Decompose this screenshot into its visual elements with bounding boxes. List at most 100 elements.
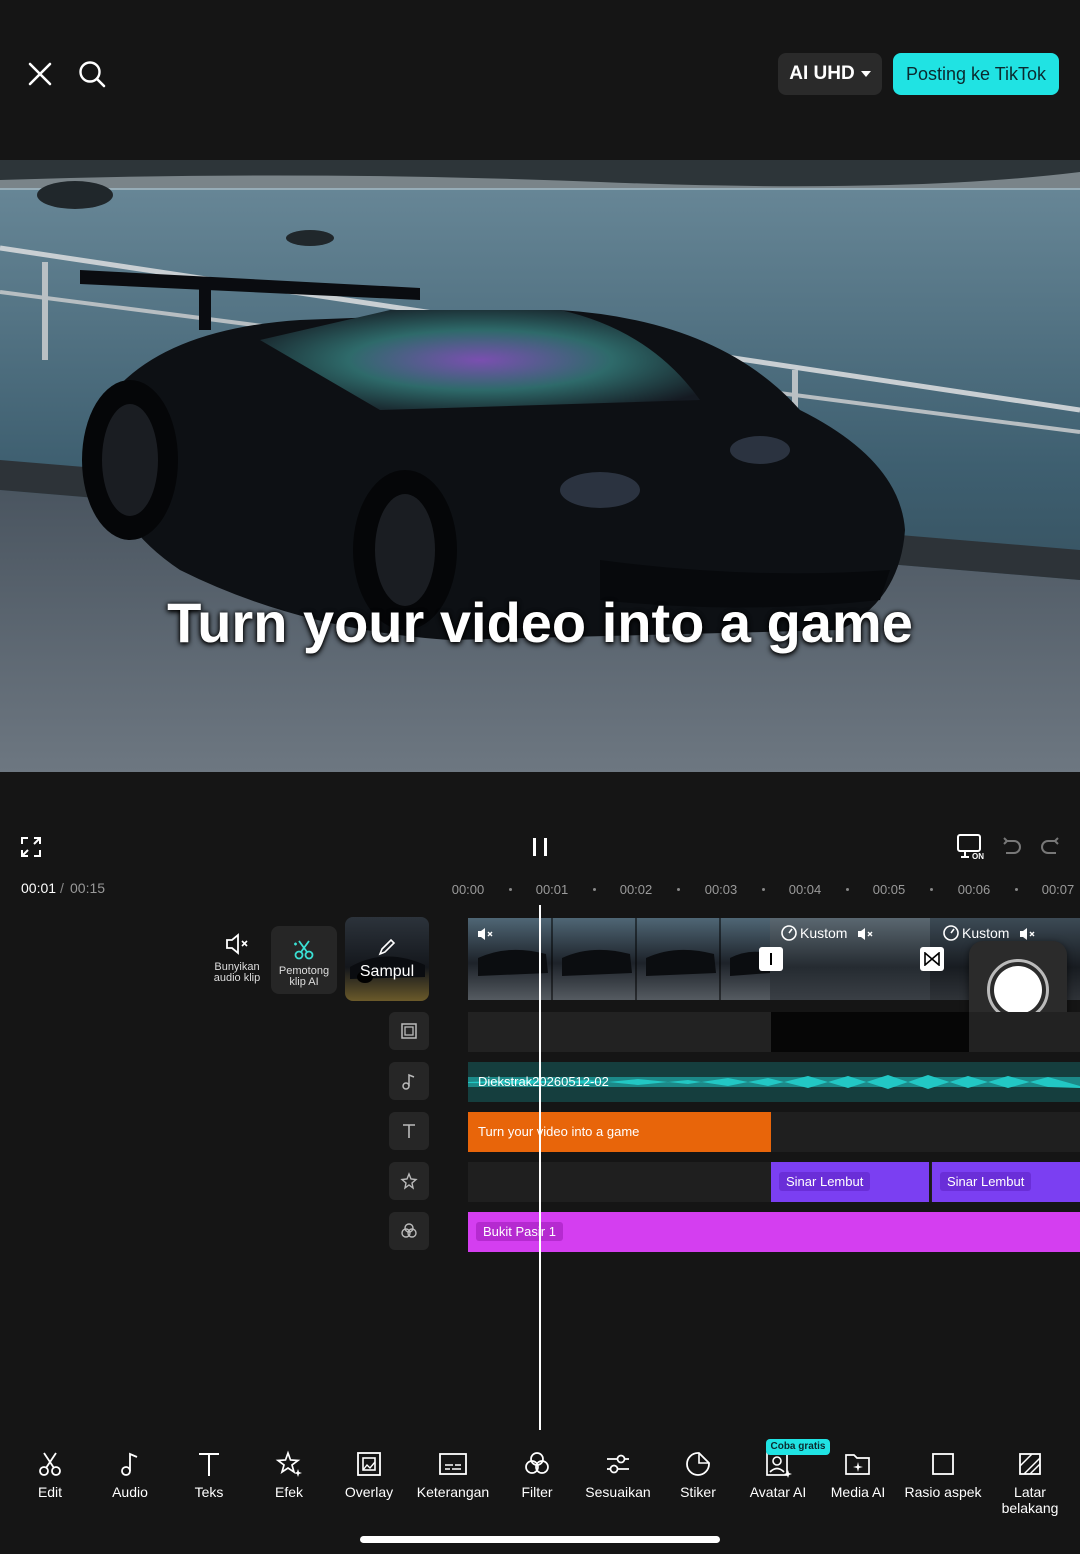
video-caption-text[interactable]: Turn your video into a game [0,590,1080,655]
preview-frame-image [0,160,1080,772]
ruler-dot [509,888,512,891]
nav-background-label: Latar belakang [1001,1484,1059,1516]
undo-icon[interactable] [998,834,1024,860]
nav-aspect-ratio-label: Rasio aspek [904,1484,982,1500]
cover-label: Sampul [359,963,415,980]
nav-audio-label: Audio [112,1484,148,1500]
preview-quality-on-icon[interactable]: ON [955,832,987,862]
try-free-badge: Coba gratis [766,1439,830,1455]
nav-ai-avatar[interactable]: Avatar AI [746,1450,810,1500]
ruler-tick: 00:07 [1041,882,1075,897]
ruler-dot [846,888,849,891]
video-clip-2[interactable]: Kustom [770,918,930,1000]
overlay-track-icon[interactable] [389,1012,429,1050]
nav-text-label: Teks [194,1484,224,1500]
caret-down-icon [860,70,871,77]
search-icon[interactable] [76,58,108,90]
nav-text[interactable]: Teks [184,1450,234,1500]
custom-speed-label: Kustom [800,925,848,941]
text-track-icon[interactable] [389,1112,429,1150]
custom-speed-label: Kustom [962,925,1010,941]
nav-ai-avatar-label: Avatar AI [749,1484,807,1500]
close-icon[interactable] [24,58,56,90]
filter-clip[interactable]: Bukit Pasir 1 [468,1212,1080,1252]
home-indicator[interactable] [360,1536,720,1543]
ai-scissors-icon [294,940,314,960]
ruler-tick: 00:03 [704,882,738,897]
nav-ai-media[interactable]: Media AI [826,1450,890,1500]
audio-track-clip[interactable]: Diekstrak20260512-02 [468,1062,1080,1102]
nav-filter[interactable]: Filter [512,1450,562,1500]
nav-overlay-label: Overlay [344,1484,394,1500]
redo-icon[interactable] [1038,834,1064,860]
nav-adjust[interactable]: Sesuaikan [581,1450,655,1500]
transition-button-1[interactable] [759,947,783,971]
ai-clip-cutter-label: Pemotong klip AI [278,965,330,988]
effect-clip-2-label: Sinar Lembut [940,1172,1032,1191]
cover-thumbnail-button[interactable]: Sampul [345,917,429,1001]
nav-adjust-label: Sesuaikan [585,1484,651,1500]
nav-edit-label: Edit [37,1484,63,1500]
nav-sticker-label: Stiker [680,1484,716,1500]
ruler-tick: 00:05 [872,882,906,897]
transition-button-2[interactable] [920,947,944,971]
ruler-tick: 00:01 [535,882,569,897]
text-icon [199,1453,219,1476]
nav-sticker[interactable]: Stiker [673,1450,723,1500]
mute-clip-audio-button[interactable]: Bunyikan audio klip [206,932,268,984]
sticker-icon [686,1452,710,1476]
nav-ai-media-label: Media AI [830,1484,886,1500]
media-ai-icon [845,1454,870,1475]
ruler-tick: 00:00 [451,882,485,897]
top-bar: AI UHD Posting ke TikTok [0,0,1080,160]
fullscreen-icon[interactable] [18,834,44,860]
clip-muted-icon [478,928,493,940]
sliders-icon [607,1454,629,1474]
playback-controls: ON [0,772,1080,882]
ruler-tick: 00:04 [788,882,822,897]
nav-effects[interactable]: Efek [264,1450,314,1500]
transition-applied-icon [924,952,940,966]
ruler-dot [762,888,765,891]
nav-overlay[interactable]: Overlay [338,1450,400,1500]
ruler-dot [1015,888,1018,891]
text-clip[interactable]: Turn your video into a game [468,1112,771,1152]
mute-clip-audio-label: Bunyikan audio klip [213,961,261,984]
speed-curve-icon [781,925,797,941]
effect-clip-1[interactable]: Sinar Lembut [771,1162,931,1202]
nav-captions[interactable]: Keterangan [413,1450,493,1500]
total-time: 00:15 [70,880,106,896]
effect-clip-2[interactable]: Sinar Lembut [932,1162,1080,1202]
video-clip-1-thumbnails [478,918,770,1000]
ruler-tick: 00:06 [957,882,991,897]
background-icon [1019,1453,1041,1475]
nav-background[interactable]: Latar belakang [994,1450,1066,1516]
aspect-ratio-icon [932,1453,954,1475]
effect-track-icon[interactable] [389,1162,429,1200]
clip-muted-icon [858,928,873,940]
nav-effects-label: Efek [274,1484,303,1500]
nav-aspect-ratio[interactable]: Rasio aspek [900,1450,986,1500]
scissors-icon [39,1452,61,1476]
video-preview[interactable]: Turn your video into a game [0,160,1080,772]
star-sparkle-icon [275,1450,302,1477]
overlay-track-black-segment[interactable] [771,1012,969,1052]
resolution-dropdown[interactable]: AI UHD [778,53,882,95]
filter-clip-label: Bukit Pasir 1 [476,1222,563,1241]
audio-track-icon[interactable] [389,1062,429,1100]
post-to-tiktok-button[interactable]: Posting ke TikTok [893,53,1059,95]
nav-audio[interactable]: Audio [105,1450,155,1500]
svg-text:ON: ON [972,852,984,861]
playhead[interactable] [539,905,541,1430]
ai-clip-cutter-button[interactable]: Pemotong klip AI [271,926,337,994]
transition-icon [770,953,772,965]
current-time: 00:01 [21,880,57,896]
ruler-dot [677,888,680,891]
filter-icon [525,1452,549,1474]
nav-edit[interactable]: Edit [25,1450,75,1500]
music-note-icon [121,1452,138,1476]
ruler-tick: 00:02 [619,882,653,897]
video-clip-1[interactable] [468,918,770,1000]
filter-track-icon[interactable] [389,1212,429,1250]
pause-icon[interactable] [526,834,554,860]
